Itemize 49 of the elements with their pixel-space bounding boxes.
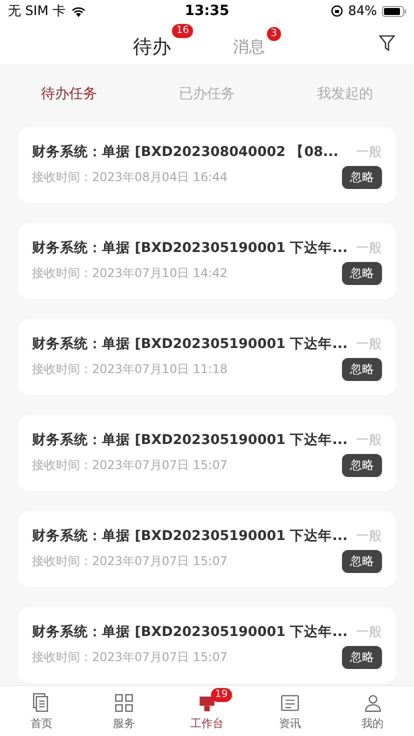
clock-text: 13:35 xyxy=(184,3,230,19)
task-title: 财务系统：单据 [BXD202305190001 下达年... xyxy=(32,335,348,353)
header-tab[interactable]: 消息 3 xyxy=(233,26,281,60)
grid-icon xyxy=(113,692,136,714)
rotation-lock-icon xyxy=(331,5,344,17)
ignore-button[interactable]: 忽略 xyxy=(342,646,382,669)
received-time: 接收时间：2023年07月10日 14:42 xyxy=(32,265,228,282)
wifi-icon xyxy=(70,6,86,16)
tab-bar-item[interactable]: 工作台 19 xyxy=(166,686,248,736)
task-card[interactable]: 财务系统：单据 [BXD202308040002 【08... 一般 接收时间：2023年08月04日 16:44 忽略 xyxy=(18,127,396,203)
received-time: 接收时间：2023年07月07日 15:07 xyxy=(32,553,228,570)
ignore-button[interactable]: 忽略 xyxy=(342,358,382,381)
priority-text: 一般 xyxy=(356,528,382,545)
task-title: 财务系统：单据 [BXD202305190001 下达年... xyxy=(32,239,348,257)
ignore-button[interactable]: 忽略 xyxy=(342,454,382,477)
task-title: 财务系统：单据 [BXD202308040002 【08... xyxy=(32,143,338,161)
task-title: 财务系统：单据 [BXD202305190001 下达年... xyxy=(32,527,348,545)
received-time: 接收时间：2023年07月07日 15:07 xyxy=(32,457,228,474)
count-badge: 3 xyxy=(266,26,281,40)
task-card[interactable]: 财务系统：单据 [BXD202305190001 下达年... 一般 接收时间：2023年07月07日 15:07 忽略 xyxy=(18,607,396,683)
task-card[interactable]: 财务系统：单据 [BXD202305190001 下达年... 一般 接收时间：2023年07月10日 11:18 忽略 xyxy=(18,319,396,395)
received-time: 接收时间：2023年07月07日 15:07 xyxy=(32,649,228,666)
tab-bar-item[interactable]: 服务 xyxy=(82,686,166,736)
priority-text: 一般 xyxy=(356,336,382,353)
received-time: 接收时间：2023年07月10日 11:18 xyxy=(32,361,228,378)
carrier-text: 无 SIM 卡 xyxy=(8,3,66,20)
task-card[interactable]: 财务系统：单据 [BXD202305190001 下达年... 一般 接收时间：2023年07月07日 15:07 忽略 xyxy=(18,511,396,587)
tab-bar-item[interactable]: 资讯 xyxy=(248,686,332,736)
battery-icon xyxy=(382,6,406,16)
ignore-button[interactable]: 忽略 xyxy=(342,166,382,189)
filter-icon[interactable] xyxy=(378,34,396,52)
tab-bar-item[interactable]: 首页 xyxy=(0,686,83,736)
priority-text: 一般 xyxy=(356,624,382,641)
priority-text: 一般 xyxy=(356,144,382,161)
sub-tab[interactable]: 待办任务 xyxy=(37,81,101,107)
priority-text: 一般 xyxy=(356,240,382,257)
priority-text: 一般 xyxy=(356,432,382,449)
count-badge: 19 xyxy=(210,688,232,702)
tab-bar-item[interactable]: 我的 xyxy=(331,686,414,736)
task-card[interactable]: 财务系统：单据 [BXD202305190001 下达年... 一般 接收时间：2023年07月07日 15:07 忽略 xyxy=(18,415,396,491)
task-card[interactable]: 财务系统：单据 [BXD202305190001 下达年... 一般 接收时间：2023年07月10日 14:42 忽略 xyxy=(18,223,396,299)
ignore-button[interactable]: 忽略 xyxy=(342,262,382,285)
battery-text: 84% xyxy=(348,4,377,18)
received-time: 接收时间：2023年08月04日 16:44 xyxy=(32,169,228,186)
count-badge: 16 xyxy=(172,24,193,38)
task-title: 财务系统：单据 [BXD202305190001 下达年... xyxy=(32,431,348,449)
task-title: 财务系统：单据 [BXD202305190001 下达年... xyxy=(32,623,348,641)
header-tab[interactable]: 待办 16 xyxy=(133,24,193,62)
ignore-button[interactable]: 忽略 xyxy=(342,550,382,573)
